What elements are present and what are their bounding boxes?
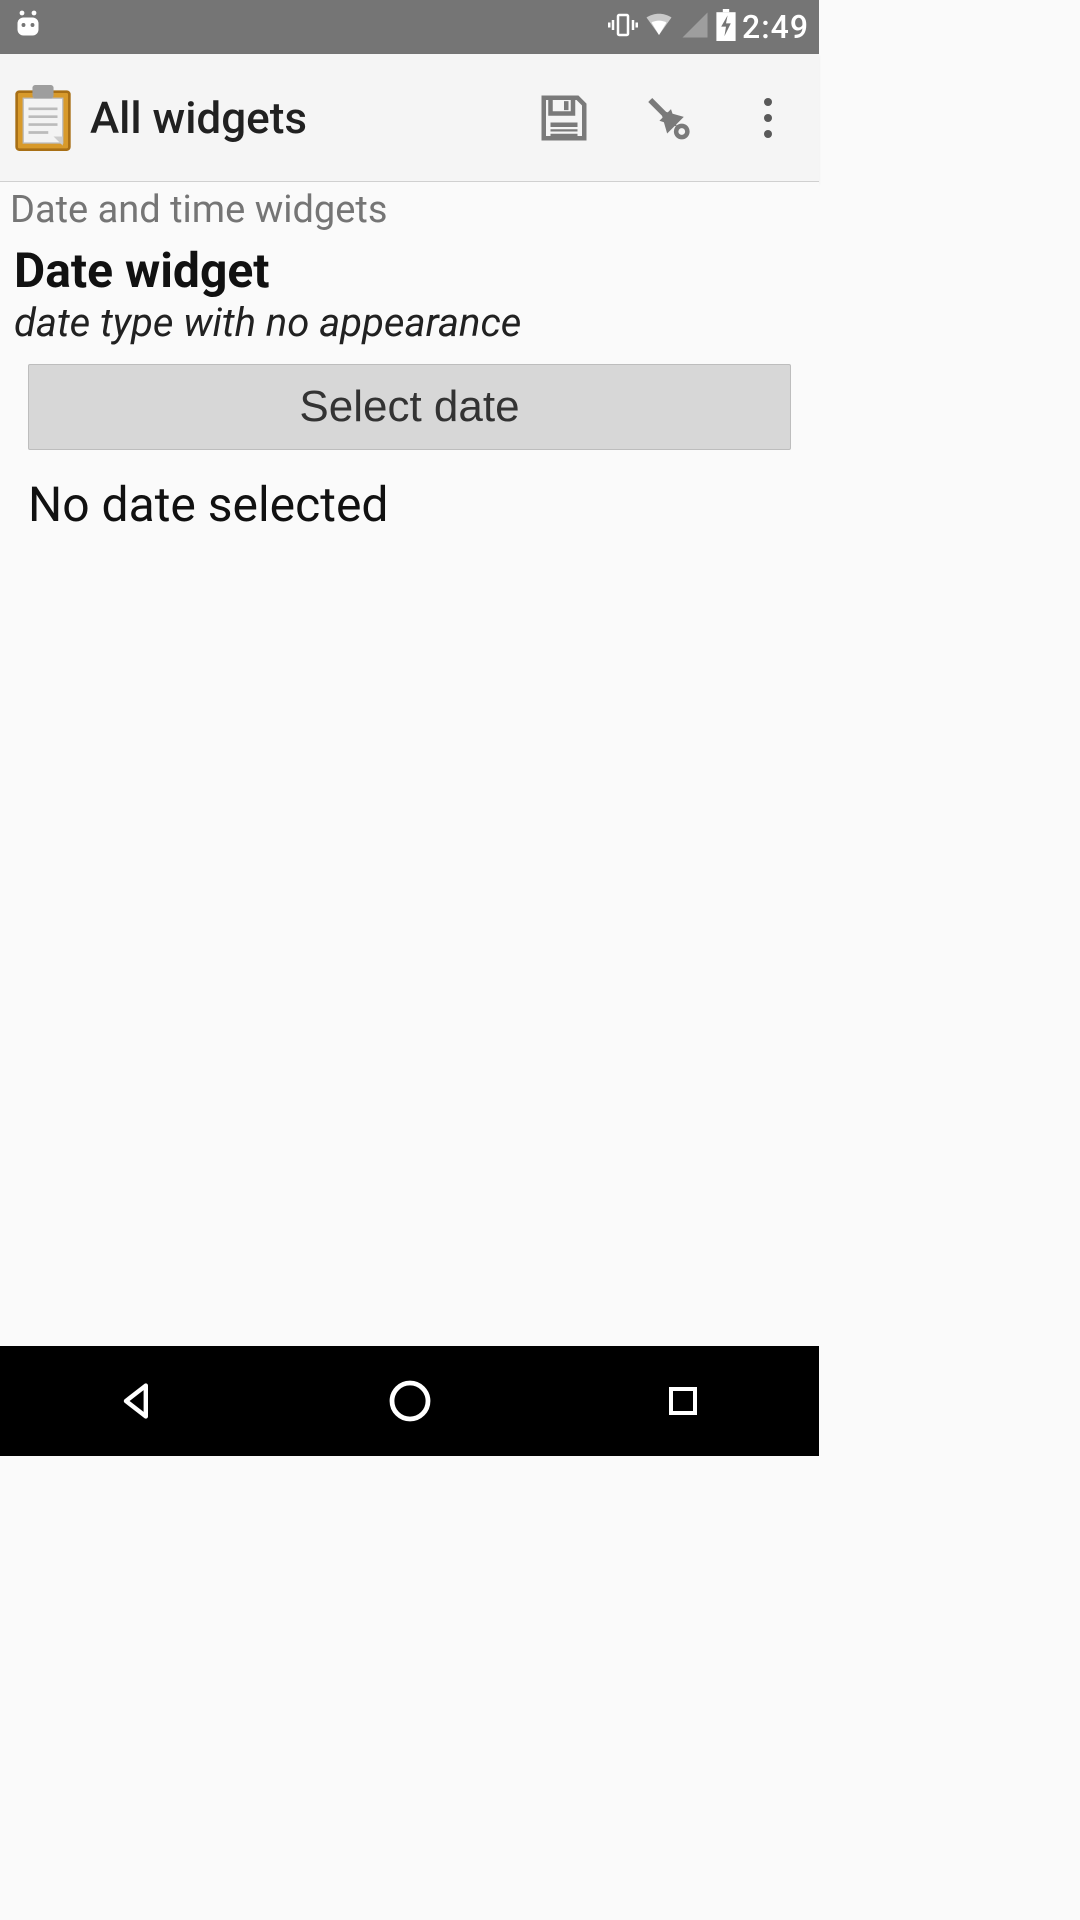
save-icon[interactable] bbox=[535, 89, 593, 147]
clipboard-icon[interactable] bbox=[14, 89, 72, 147]
section-header: Date and time widgets bbox=[0, 182, 819, 238]
action-icons bbox=[535, 89, 805, 147]
nav-bar bbox=[0, 1346, 819, 1456]
vibrate-icon bbox=[608, 10, 638, 44]
select-date-button[interactable]: Select date bbox=[28, 364, 791, 450]
widget-subtitle: date type with no appearance bbox=[0, 299, 819, 364]
status-left bbox=[10, 7, 46, 47]
action-bar: All widgets bbox=[0, 54, 819, 182]
recent-button[interactable] bbox=[653, 1371, 713, 1431]
status-bar: 2:49 bbox=[0, 0, 819, 54]
content: Date and time widgets Date widget date t… bbox=[0, 182, 819, 1346]
more-icon[interactable] bbox=[739, 89, 797, 147]
cell-icon bbox=[680, 10, 710, 44]
clock-time: 2:49 bbox=[742, 8, 809, 46]
date-status: No date selected bbox=[0, 450, 819, 559]
status-right: 2:49 bbox=[608, 8, 809, 46]
debug-icon bbox=[10, 7, 46, 47]
battery-icon bbox=[716, 9, 736, 45]
down-arrow-icon[interactable] bbox=[637, 89, 695, 147]
wifi-icon bbox=[644, 10, 674, 44]
widget-title: Date widget bbox=[0, 238, 819, 299]
page-title: All widgets bbox=[90, 92, 307, 144]
home-button[interactable] bbox=[380, 1371, 440, 1431]
back-button[interactable] bbox=[107, 1371, 167, 1431]
